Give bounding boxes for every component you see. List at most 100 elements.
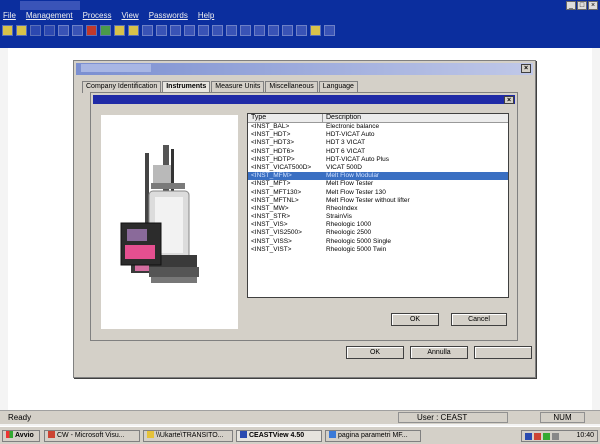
list-item[interactable]: <INST_MFT130> Melt Flow Tester 130	[248, 189, 508, 197]
list-item[interactable]: <INST_HDTP> HDT-VICAT Auto Plus	[248, 156, 508, 164]
folder-icon	[147, 431, 154, 438]
tray-icon[interactable]	[525, 433, 532, 440]
tool-icon-4[interactable]	[184, 25, 195, 36]
tool-icon-6[interactable]	[212, 25, 223, 36]
speaker-icon[interactable]	[552, 433, 559, 440]
tool-icon-5[interactable]	[198, 25, 209, 36]
app-icon	[240, 431, 247, 438]
annulla-button[interactable]: Annulla	[410, 346, 468, 359]
start-button[interactable]: Avvio	[2, 430, 40, 442]
list-item[interactable]: <INST_STR> StrainVis	[248, 213, 508, 221]
instrument-description: Rheologic 2500	[326, 229, 372, 237]
list-item[interactable]: <INST_VIS> Rheologic 1000	[248, 221, 508, 229]
list-item[interactable]: <INST_BAL> Electronic balance	[248, 123, 508, 131]
instrument-description: Rheologic 5000 Single	[326, 237, 392, 245]
taskbar-label: CEASTView 4.50	[249, 432, 305, 439]
edit-icon[interactable]	[44, 25, 55, 36]
instrument-list[interactable]: Type Description <INST_BAL> Electronic ba…	[247, 113, 509, 298]
new-icon[interactable]	[2, 25, 13, 36]
instrument-type: <INST_STR>	[251, 213, 291, 221]
ok-button[interactable]: OK	[391, 313, 439, 326]
list-item[interactable]: <INST_MW> RheoIndex	[248, 205, 508, 213]
tool-icon-11[interactable]	[282, 25, 293, 36]
minimize-icon[interactable]: _	[566, 1, 576, 10]
tool-icon-9[interactable]	[254, 25, 265, 36]
tray-icon[interactable]	[534, 433, 541, 440]
list-item[interactable]: <INST_MFTNL> Melt Flow Tester without lif…	[248, 197, 508, 205]
window-title	[20, 1, 80, 10]
tool-icon-8[interactable]	[240, 25, 251, 36]
list-item[interactable]: <INST_HDT6> HDT 6 VICAT	[248, 148, 508, 156]
tray-icon[interactable]	[543, 433, 550, 440]
status-ready: Ready	[8, 413, 32, 422]
list-header: Type Description	[248, 114, 508, 123]
tool-icon-1[interactable]	[142, 25, 153, 36]
instrument-description: Rheologic 5000 Twin	[326, 245, 387, 253]
save-icon[interactable]	[30, 25, 41, 36]
menu-view[interactable]: View	[122, 11, 139, 23]
menu-passwords[interactable]: Passwords	[149, 11, 188, 23]
close-icon[interactable]: ×	[588, 1, 598, 10]
menu-file[interactable]: File	[3, 11, 16, 23]
cut-icon[interactable]	[86, 25, 97, 36]
list-item[interactable]: <INST_HDT3> HDT 3 VICAT	[248, 139, 508, 147]
taskbar-label: CW - Microsoft Visu...	[57, 432, 125, 439]
instrument-type: <INST_HDT3>	[251, 139, 294, 147]
instrument-description: Melt Flow Tester 130	[326, 188, 386, 196]
instrument-type: <INST_VISS>	[251, 237, 292, 245]
menu-bar: File Management Process View Passwords H…	[0, 11, 214, 23]
list-item[interactable]: <INST_MFM> Melt Flow Modular	[248, 172, 508, 181]
tool-icon-12[interactable]	[296, 25, 307, 36]
column-type[interactable]: Type	[248, 114, 323, 122]
taskbar-item-folder[interactable]: \\Ukarte\TRANSITO...	[143, 430, 233, 442]
paste-icon[interactable]	[114, 25, 125, 36]
list-item[interactable]: <INST_MFT> Melt Flow Tester	[248, 180, 508, 188]
taskbar-item-pagina[interactable]: pagina parametri MF...	[325, 430, 421, 442]
list-item[interactable]: <INST_VIST> Rheologic 5000 Twin	[248, 246, 508, 254]
instrument-description: HDT 3 VICAT	[326, 139, 366, 147]
dialog-title-bar	[76, 63, 533, 75]
menu-management[interactable]: Management	[26, 11, 73, 23]
instrument-type: <INST_VIST>	[251, 245, 292, 253]
app-icon	[48, 431, 55, 438]
taskbar-item-ceastview[interactable]: CEASTView 4.50	[236, 430, 322, 442]
instrument-description: HDT-VICAT Auto Plus	[326, 155, 389, 163]
taskbar-label: \\Ukarte\TRANSITO...	[156, 432, 224, 439]
column-description[interactable]: Description	[323, 114, 508, 122]
cancel-button[interactable]: Cancel	[451, 313, 507, 326]
instrument-description: StrainVis	[326, 213, 352, 221]
maximize-icon[interactable]: □	[577, 1, 587, 10]
instrument-description: Rheologic 1000	[326, 221, 372, 229]
apply-button	[474, 346, 532, 359]
tool-icon-7[interactable]	[226, 25, 237, 36]
instrument-description: Melt Flow Tester without lifter	[326, 196, 410, 204]
copy-icon[interactable]	[100, 25, 111, 36]
close-icon[interactable]: ×	[504, 96, 514, 104]
print-icon[interactable]	[58, 25, 69, 36]
tool-icon-13[interactable]	[310, 25, 321, 36]
tool-icon-10[interactable]	[268, 25, 279, 36]
menu-help[interactable]: Help	[198, 11, 214, 23]
instrument-type: <INST_VICAT500D>	[251, 163, 312, 171]
instrument-type: <INST_HDT6>	[251, 147, 294, 155]
list-item[interactable]: <INST_HDT> HDT-VICAT Auto	[248, 131, 508, 139]
tool-icon-14[interactable]	[324, 25, 335, 36]
menu-process[interactable]: Process	[83, 11, 112, 23]
list-item[interactable]: <INST_VISS> Rheologic 5000 Single	[248, 238, 508, 246]
list-item[interactable]: <INST_VICAT500D> VICAT 500D	[248, 164, 508, 172]
close-icon[interactable]: ×	[521, 64, 531, 73]
taskbar-item-cw[interactable]: CW - Microsoft Visu...	[44, 430, 140, 442]
open-icon[interactable]	[16, 25, 27, 36]
list-item[interactable]: <INST_VIS2500> Rheologic 2500	[248, 229, 508, 237]
ok-button[interactable]: OK	[346, 346, 404, 359]
status-user: User : CEAST	[398, 412, 508, 423]
system-tray: 10:40	[521, 430, 598, 442]
preview-icon[interactable]	[72, 25, 83, 36]
instrument-description: RheoIndex	[326, 204, 358, 212]
help-icon[interactable]	[128, 25, 139, 36]
tool-icon-3[interactable]	[170, 25, 181, 36]
instrument-type: <INST_MFTNL>	[251, 196, 299, 204]
inner-title-bar	[93, 95, 515, 104]
tool-icon-2[interactable]	[156, 25, 167, 36]
title-bar: _ □ × File Management Process View Passw…	[0, 0, 600, 48]
